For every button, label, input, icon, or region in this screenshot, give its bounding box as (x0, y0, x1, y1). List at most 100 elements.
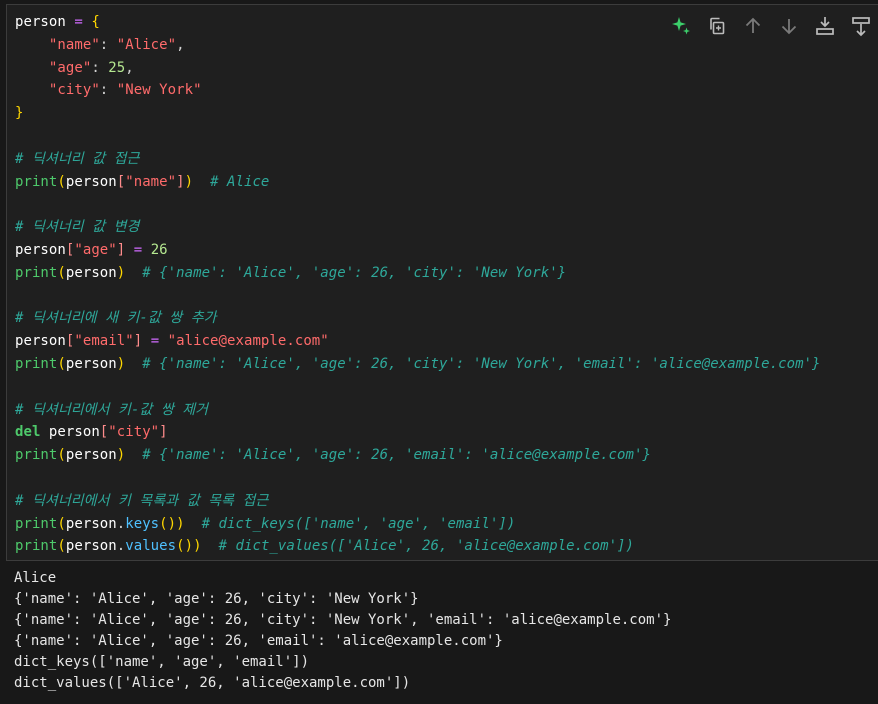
code-line[interactable]: print(person.keys()) # dict_keys(['name'… (15, 513, 821, 536)
string-token: "alice@example.com" (167, 333, 329, 350)
split-cell-icon (852, 17, 870, 37)
output-line: {'name': 'Alice', 'age': 26, 'city': 'Ne… (14, 591, 419, 607)
bracket-token: ( (57, 355, 66, 372)
bracket-token: ( (57, 515, 66, 532)
variable-token: person (15, 333, 66, 350)
variable-token: person (65, 264, 117, 281)
function-token: print (15, 264, 58, 281)
bracket-token: ] (116, 241, 126, 258)
bracket-token: () (176, 538, 194, 555)
code-line[interactable]: print(person) # {'name': 'Alice', 'age':… (15, 444, 821, 467)
code-line[interactable]: ​ (15, 193, 821, 216)
variable-token: person (65, 447, 117, 464)
plain-token: : (91, 59, 109, 76)
code-cell[interactable]: person = { "name": "Alice", "age": 25, "… (6, 4, 878, 561)
bracket-token: [ (99, 424, 109, 441)
plain-token: : (99, 36, 117, 53)
bracket-token: ) (176, 515, 185, 532)
move-down-button[interactable] (774, 13, 804, 39)
output-line: {'name': 'Alice', 'age': 26, 'city': 'Ne… (14, 612, 672, 628)
variable-token: person (48, 424, 100, 441)
split-cell-button[interactable] (846, 13, 876, 39)
function-token: print (15, 447, 58, 464)
plain-token: . (116, 538, 126, 555)
function-token: print (15, 355, 58, 372)
comment-token: # {'name': 'Alice', 'age': 26, 'city': '… (142, 264, 567, 281)
code-line[interactable]: # 딕셔너리에 새 키-값 쌍 추가 (15, 307, 821, 330)
string-token: "name" (48, 36, 100, 53)
code-line[interactable]: print(person) # {'name': 'Alice', 'age':… (15, 262, 821, 285)
string-token: "age" (74, 241, 117, 258)
generate-button[interactable] (666, 13, 696, 39)
code-line[interactable]: print(person["name"]) # Alice (15, 171, 821, 194)
code-line[interactable]: # 딕셔너리 값 변경 (15, 216, 821, 239)
operator-token: = (150, 333, 160, 350)
code-line[interactable]: del person["city"] (15, 421, 821, 444)
code-line[interactable]: ​ (15, 467, 821, 490)
move-down-arrow-icon (781, 19, 797, 35)
output-line: dict_keys(['name', 'age', 'email']) (14, 654, 310, 670)
bracket-token: ( (57, 264, 66, 281)
code-line[interactable]: ​ (15, 376, 821, 399)
comment-token: # {'name': 'Alice', 'age': 26, 'city': '… (142, 355, 821, 372)
comment-token: # 딕셔너리에서 키 목록과 값 목록 접근 (15, 492, 269, 509)
operator-token: = (74, 14, 83, 30)
code-editor[interactable]: person = { "name": "Alice", "age": 25, "… (15, 11, 821, 558)
bracket-token: ) (116, 447, 126, 464)
insert-cell-below-button[interactable] (810, 13, 840, 39)
code-line[interactable]: # 딕셔너리에서 키 목록과 값 목록 접근 (15, 490, 821, 513)
comment-token: # {'name': 'Alice', 'age': 26, 'email': … (142, 447, 651, 464)
code-line[interactable]: ​ (15, 125, 821, 148)
bracket-token: ] (159, 424, 168, 441)
code-line[interactable]: } (15, 102, 821, 125)
output-line: dict_values(['Alice', 26, 'alice@example… (14, 675, 411, 691)
bracket-token: ) (193, 538, 202, 555)
bracket-token: ( (57, 538, 66, 555)
copy-cell-icon (710, 17, 725, 35)
comment-token: # dict_keys(['name', 'age', 'email']) (201, 515, 516, 532)
code-line[interactable]: "city": "New York" (15, 79, 821, 102)
number-token: 26 (150, 241, 168, 258)
code-line[interactable]: print(person) # {'name': 'Alice', 'age':… (15, 353, 821, 376)
move-up-arrow-icon (745, 17, 761, 33)
code-line[interactable]: # 딕셔너리에서 키-값 쌍 제거 (15, 399, 821, 422)
code-line[interactable]: ​ (15, 285, 821, 308)
variable-token: person (65, 173, 117, 190)
string-token: "name" (125, 173, 177, 190)
output-line: {'name': 'Alice', 'age': 26, 'email': 'a… (14, 633, 503, 649)
copy-cell-button[interactable] (702, 13, 732, 39)
comment-token: # 딕셔너리에 새 키-값 쌍 추가 (15, 310, 217, 327)
bracket-token: ) (116, 355, 126, 372)
move-up-button[interactable] (738, 13, 768, 39)
output-line: Alice (14, 570, 57, 586)
operator-token: = (133, 241, 143, 258)
code-line[interactable]: print(person.values()) # dict_values(['A… (15, 535, 821, 558)
bracket-token: ] (176, 173, 185, 190)
keyword-token: del (15, 424, 41, 441)
comment-token: # dict_values(['Alice', 26, 'alice@examp… (218, 538, 635, 555)
bracket-token: () (159, 515, 177, 532)
bracket-token: ( (57, 447, 66, 464)
variable-token: person (65, 538, 117, 555)
function-token: print (15, 173, 58, 190)
code-line[interactable]: person["email"] = "alice@example.com" (15, 330, 821, 353)
comment-token: # Alice (210, 173, 270, 190)
method-token: values (125, 538, 177, 555)
code-line[interactable]: # 딕셔너리 값 접근 (15, 148, 821, 171)
bracket-token: [ (116, 173, 126, 190)
bracket-token: ( (57, 173, 66, 190)
comment-token: # 딕셔너리에서 키-값 쌍 제거 (15, 401, 209, 418)
cell-toolbar (666, 13, 876, 39)
plain-token: : (99, 82, 117, 99)
code-line[interactable]: person["age"] = 26 (15, 239, 821, 262)
bracket-token: ] (133, 333, 143, 350)
variable-token: person (65, 515, 117, 532)
code-line[interactable]: "age": 25, (15, 57, 821, 80)
